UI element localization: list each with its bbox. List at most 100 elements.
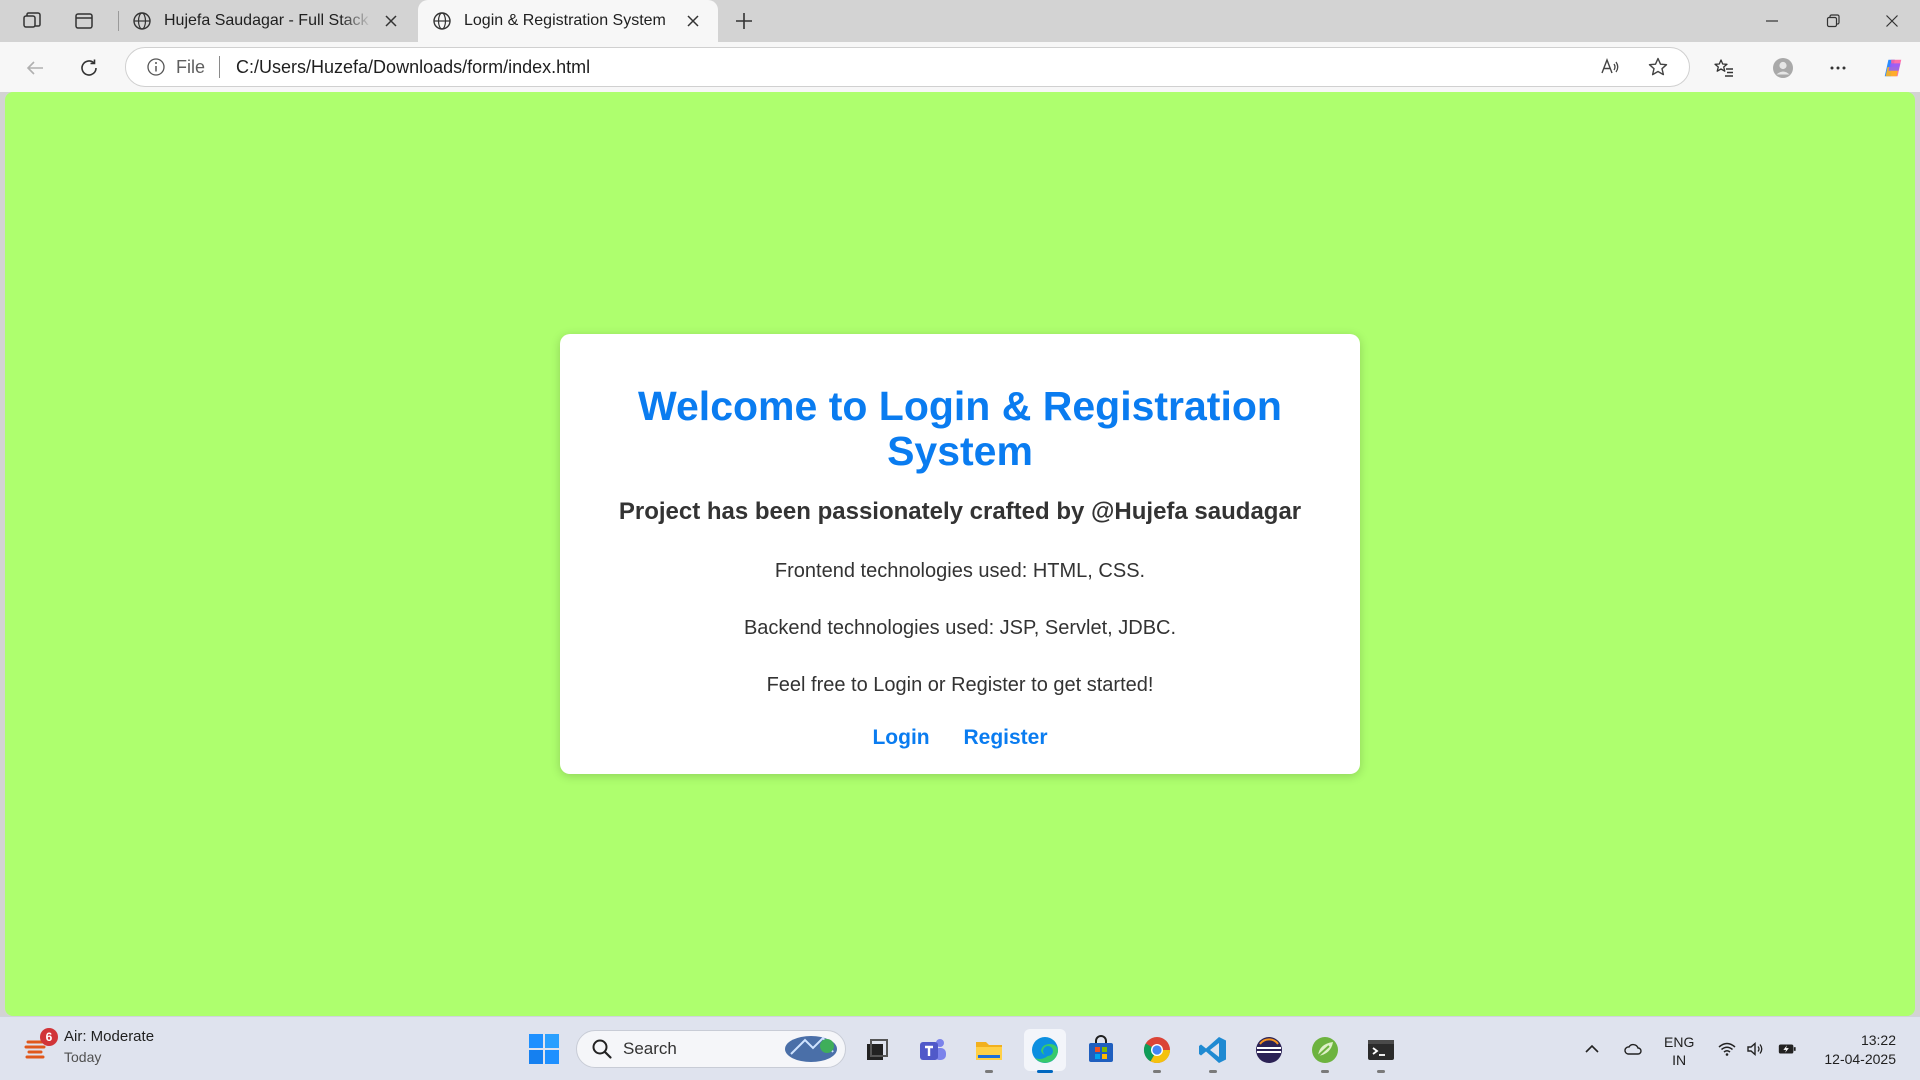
taskbar-spring-tools[interactable] [1304, 1029, 1346, 1073]
running-indicator [1377, 1070, 1385, 1073]
battery-button[interactable] [1774, 1017, 1800, 1080]
minimize-button[interactable] [1744, 0, 1800, 42]
weather-condition: Air: Moderate [64, 1028, 155, 1045]
folder-icon [976, 1042, 1002, 1060]
language-indicator[interactable]: ENG IN [1664, 1033, 1694, 1069]
copilot-button[interactable] [1875, 50, 1911, 86]
register-link[interactable]: Register [963, 726, 1047, 749]
taskbar: 6 Air: Moderate Today Search ENG IN 13:2… [0, 1016, 1920, 1080]
taskbar-vscode[interactable] [1192, 1029, 1234, 1073]
back-button[interactable] [17, 50, 53, 86]
system-clock[interactable]: 13:22 12-04-2025 [1812, 1031, 1896, 1069]
tab-close-button[interactable] [682, 10, 704, 32]
minimize-icon [1766, 20, 1778, 22]
store-icon [1089, 1035, 1113, 1062]
read-aloud-icon [1601, 58, 1619, 74]
chevron-up-icon [1585, 1044, 1599, 1053]
url-text[interactable]: C:/Users/Huzefa/Downloads/form/index.htm… [236, 57, 1593, 78]
close-icon [1886, 15, 1898, 27]
eclipse-icon [1256, 1037, 1282, 1063]
favorites-list-icon [1714, 59, 1733, 77]
vscode-icon [1199, 1037, 1226, 1063]
auth-links: Login Register [560, 726, 1360, 750]
restore-button[interactable] [1805, 0, 1861, 42]
tab-hujefa-profile[interactable]: Hujefa Saudagar - Full Stack Java [118, 0, 416, 42]
vertical-tabs-button[interactable] [66, 6, 102, 36]
onedrive-button[interactable] [1620, 1017, 1646, 1080]
running-indicator [1209, 1070, 1217, 1073]
running-indicator [985, 1070, 993, 1073]
close-window-button[interactable] [1864, 0, 1920, 42]
cloud-icon [1624, 1043, 1642, 1055]
tab-title: Hujefa Saudagar - Full Stack Java [164, 12, 372, 29]
start-button[interactable] [526, 1031, 562, 1067]
settings-more-button[interactable] [1820, 50, 1856, 86]
search-icon [592, 1039, 612, 1059]
close-icon [385, 15, 397, 27]
taskbar-eclipse[interactable] [1248, 1029, 1290, 1071]
globe-icon [133, 12, 151, 30]
tab-login-registration[interactable]: Login & Registration System [418, 0, 718, 42]
restore-icon [1826, 14, 1840, 28]
login-link[interactable]: Login [872, 726, 929, 749]
taskbar-file-explorer[interactable] [968, 1029, 1010, 1073]
taskbar-task-view[interactable] [856, 1029, 898, 1071]
battery-charging-icon [1778, 1044, 1796, 1054]
clock-date: 12-04-2025 [1824, 1051, 1896, 1067]
favorites-button[interactable] [1706, 50, 1742, 86]
tab-close-button[interactable] [380, 10, 402, 32]
new-tab-button[interactable] [726, 6, 762, 36]
frontend-tech-text: Frontend technologies used: HTML, CSS. [774, 560, 1146, 582]
edge-icon [1032, 1037, 1058, 1063]
favorite-button[interactable] [1641, 50, 1675, 84]
close-icon [687, 15, 699, 27]
teams-icon [920, 1039, 946, 1060]
tab-title: Login & Registration System [464, 12, 666, 29]
weather-widget[interactable]: 6 Air: Moderate Today [24, 1027, 154, 1067]
welcome-card: Welcome to Login & Registration System P… [560, 334, 1360, 774]
weather-day: Today [64, 1049, 102, 1065]
info-icon[interactable] [146, 57, 166, 77]
backend-tech-text: Backend technologies used: JSP, Servlet,… [743, 617, 1177, 639]
address-bar[interactable]: File C:/Users/Huzefa/Downloads/form/inde… [125, 47, 1690, 87]
taskbar-chrome[interactable] [1136, 1029, 1178, 1073]
page-viewport: Welcome to Login & Registration System P… [5, 92, 1915, 1016]
taskbar-store[interactable] [1080, 1029, 1122, 1071]
search-placeholder: Search [623, 1039, 677, 1058]
taskbar-search[interactable]: Search [576, 1030, 846, 1068]
site-info-label[interactable]: File [176, 57, 205, 78]
get-started-text: Feel free to Login or Register to get st… [766, 674, 1154, 696]
volume-button[interactable] [1743, 1017, 1767, 1080]
spring-tools-icon [1312, 1037, 1338, 1063]
refresh-icon [81, 59, 97, 76]
network-button[interactable] [1715, 1017, 1739, 1080]
read-aloud-button[interactable] [1593, 50, 1627, 84]
tab-strip: Hujefa Saudagar - Full Stack Java Login … [0, 0, 1920, 42]
workspaces-icon [23, 12, 41, 28]
copilot-icon [1884, 59, 1902, 77]
address-divider [219, 56, 221, 78]
speaker-icon [1747, 1041, 1763, 1057]
page-title: Welcome to Login & Registration System [638, 383, 1282, 474]
search-highlight-icon [785, 1036, 837, 1062]
language-code: ENG [1664, 1034, 1695, 1050]
workspaces-button[interactable] [14, 6, 50, 36]
avatar-icon [1773, 58, 1793, 78]
tab-actions-icon [75, 13, 93, 29]
browser-toolbar: File C:/Users/Huzefa/Downloads/form/inde… [0, 42, 1920, 92]
windows-icon [529, 1034, 559, 1064]
notification-badge: 6 [40, 1028, 58, 1046]
plus-icon [736, 13, 752, 29]
air-quality-icon: 6 [24, 1028, 58, 1064]
clock-time: 13:22 [1860, 1032, 1896, 1048]
taskbar-teams[interactable] [912, 1029, 954, 1071]
taskbar-terminal[interactable] [1360, 1029, 1402, 1073]
running-indicator [1153, 1070, 1161, 1073]
profile-button[interactable] [1765, 50, 1801, 86]
refresh-button[interactable] [71, 50, 107, 86]
show-hidden-icons-button[interactable] [1580, 1017, 1604, 1080]
taskbar-edge[interactable] [1024, 1029, 1066, 1073]
running-indicator [1321, 1070, 1329, 1073]
star-icon [1648, 57, 1668, 76]
region-code: IN [1672, 1052, 1687, 1068]
